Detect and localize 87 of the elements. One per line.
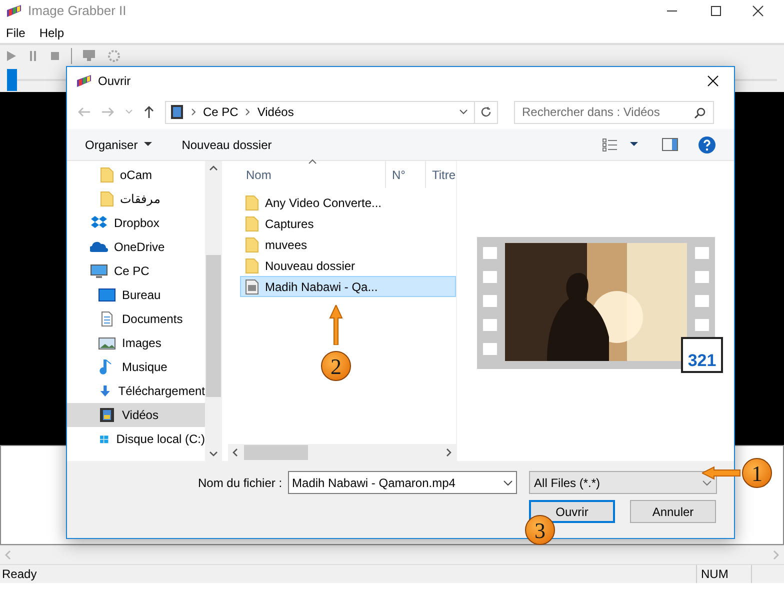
- sidebar-item[interactable]: Téléchargement: [67, 379, 205, 403]
- horizontal-scrollbar[interactable]: [228, 444, 456, 461]
- film-icon: [170, 104, 184, 120]
- help-icon[interactable]: [698, 136, 716, 154]
- open-button[interactable]: Ouvrir: [529, 500, 615, 523]
- sidebar-item[interactable]: Bureau: [67, 283, 205, 307]
- stop-icon[interactable]: [49, 50, 61, 62]
- monitor-icon: [90, 263, 108, 279]
- column-header[interactable]: Titre: [426, 161, 456, 188]
- monitor-icon[interactable]: [82, 49, 96, 63]
- sidebar-item[interactable]: oCam: [67, 163, 205, 187]
- column-header[interactable]: Nom: [228, 161, 386, 188]
- new-folder-button[interactable]: Nouveau dossier: [182, 136, 272, 154]
- scroll-left-icon[interactable]: [232, 448, 238, 457]
- file-type-dropdown[interactable]: All Files (*.*): [529, 471, 718, 494]
- sidebar-item[interactable]: Dropbox: [67, 211, 205, 235]
- folder-icon: [245, 194, 259, 210]
- chevron-right-icon: [245, 108, 250, 116]
- view-list-icon[interactable]: [602, 138, 618, 152]
- cloud-icon: [90, 239, 108, 255]
- file-row[interactable]: Nouveau dossier: [240, 255, 456, 276]
- column-header[interactable]: N°: [386, 161, 426, 188]
- sidebar-item[interactable]: Documents: [67, 307, 205, 331]
- left-arrow-icon: [702, 466, 742, 480]
- sidebar-item[interactable]: Images: [67, 331, 205, 355]
- refresh-icon[interactable]: [480, 106, 492, 118]
- status-text: Ready: [1, 566, 38, 583]
- folder-icon: [245, 236, 259, 252]
- play-icon[interactable]: [5, 50, 17, 62]
- folder-icon: [245, 258, 259, 274]
- video-file-icon: [245, 278, 259, 294]
- sidebar-item[interactable]: Disque local (C:): [67, 427, 205, 451]
- desktop-icon: [98, 287, 116, 303]
- image-icon: [98, 335, 116, 351]
- sidebar-item[interactable]: مرفقات: [67, 187, 205, 211]
- breadcrumb-item[interactable]: Vidéos: [257, 103, 294, 121]
- scroll-right-icon[interactable]: [446, 448, 452, 457]
- slider-thumb[interactable]: [7, 68, 17, 90]
- menu-item[interactable]: Help: [39, 24, 64, 42]
- filename-label: Nom du fichier :: [198, 474, 282, 492]
- scrollbar-thumb[interactable]: [244, 445, 308, 460]
- maximize-icon[interactable]: [710, 5, 722, 17]
- sidebar-item[interactable]: OneDrive: [67, 235, 205, 259]
- folder-icon: [245, 216, 259, 232]
- file-row[interactable]: Any Video Converte...: [240, 192, 456, 213]
- sort-caret-icon: [308, 159, 317, 164]
- window-title: Image Grabber II: [28, 2, 126, 20]
- down-arrow-icon: [98, 383, 112, 399]
- sidebar-item[interactable]: Ce PC: [67, 259, 205, 283]
- folder-icon: [100, 191, 114, 207]
- chevron-down-icon: [503, 480, 514, 486]
- file-row[interactable]: Captures: [240, 213, 456, 234]
- app-logo-icon: [6, 4, 22, 18]
- dialog-title: Ouvrir: [98, 73, 131, 90]
- up-arrow-icon: [329, 305, 343, 345]
- chevron-down-icon[interactable]: [459, 109, 468, 115]
- scrollbar-thumb[interactable]: [206, 255, 221, 397]
- cancel-button[interactable]: Annuler: [630, 500, 716, 523]
- filename-field[interactable]: Madih Nabawi - Qamaron.mp4: [288, 471, 518, 494]
- dropbox-icon: [90, 215, 108, 231]
- file-row[interactable]: muvees: [240, 234, 456, 255]
- chevron-right-icon: [191, 108, 196, 116]
- address-bar[interactable]: Ce PC Vidéos: [165, 100, 498, 124]
- caret-icon: [144, 142, 152, 147]
- preview-pane-icon[interactable]: [662, 138, 678, 151]
- num-lock-indicator: NUM: [696, 565, 752, 583]
- search-field[interactable]: Rechercher dans : Vidéos: [514, 100, 714, 124]
- pause-icon[interactable]: [27, 50, 39, 62]
- close-icon[interactable]: [752, 5, 764, 17]
- film-icon: [98, 407, 116, 423]
- close-icon[interactable]: [707, 75, 719, 87]
- breadcrumb-item[interactable]: Ce PC: [203, 103, 238, 121]
- clapperboard-logo: 321: [681, 337, 723, 373]
- file-row[interactable]: Madih Nabawi - Qa...: [240, 276, 456, 297]
- sidebar-item[interactable]: Vidéos: [67, 403, 205, 427]
- organize-button[interactable]: Organiser: [85, 136, 152, 154]
- search-icon[interactable]: [694, 106, 706, 118]
- app-logo-icon: [76, 74, 92, 88]
- folder-icon: [100, 167, 114, 183]
- caret-icon[interactable]: [630, 142, 638, 147]
- up-arrow-icon[interactable]: [143, 105, 155, 119]
- chevron-down-icon: [702, 480, 712, 486]
- vertical-scrollbar[interactable]: [205, 161, 222, 461]
- scroll-down-icon[interactable]: [209, 451, 218, 457]
- sidebar-item[interactable]: Musique: [67, 355, 205, 379]
- scroll-up-icon[interactable]: [209, 165, 218, 171]
- menu-item[interactable]: File: [6, 24, 26, 42]
